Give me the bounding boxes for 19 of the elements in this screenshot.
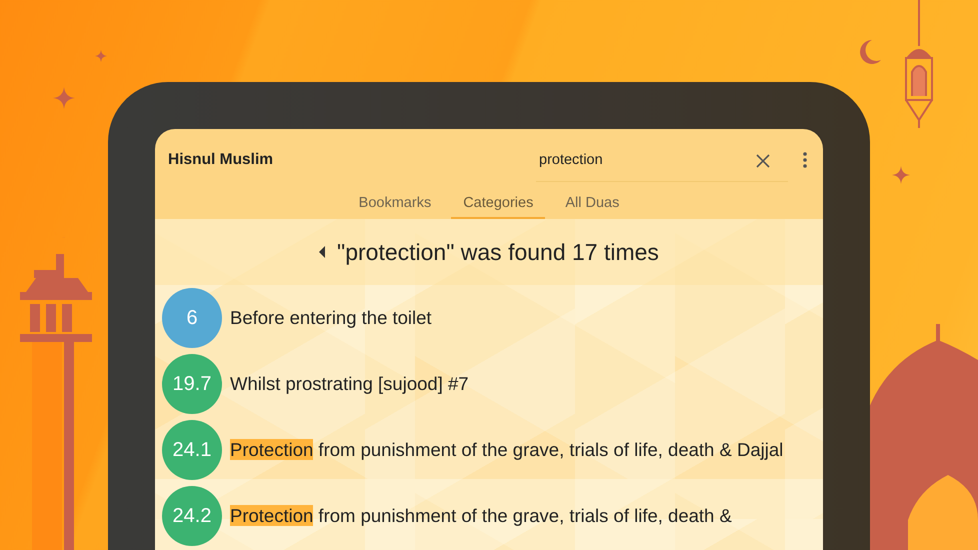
back-caret-icon[interactable] [319, 246, 326, 258]
more-options-icon[interactable] [801, 150, 809, 170]
tab[interactable]: Bookmarks [346, 189, 444, 219]
chapter-number-badge: 24.1 [162, 420, 222, 480]
sparkle-icon [95, 50, 107, 62]
app-title: Hisnul Muslim [168, 150, 274, 169]
sparkle-icon [892, 166, 910, 184]
crescent-icon [858, 38, 882, 66]
sparkle-icon [53, 87, 75, 109]
dua-title[interactable]: Protection from punishment of the grave, trials of life, death & [230, 504, 815, 528]
dua-title[interactable]: Protection from punishment of the grave, trials of life, death & Dajjal [230, 438, 815, 462]
chapter-number-badge: 6 [162, 288, 222, 348]
search-field[interactable]: protection [536, 140, 788, 182]
results-count-text: "protection" was found 17 times [337, 238, 659, 266]
tab[interactable]: All Duas [553, 189, 632, 219]
dua-title[interactable]: Whilst prostrating [sujood] #7 [230, 372, 815, 396]
dua-title[interactable]: Before entering the toilet [230, 306, 815, 330]
chapter-number-badge: 19.7 [162, 354, 222, 414]
chapter-number-badge: 24.2 [162, 486, 222, 546]
